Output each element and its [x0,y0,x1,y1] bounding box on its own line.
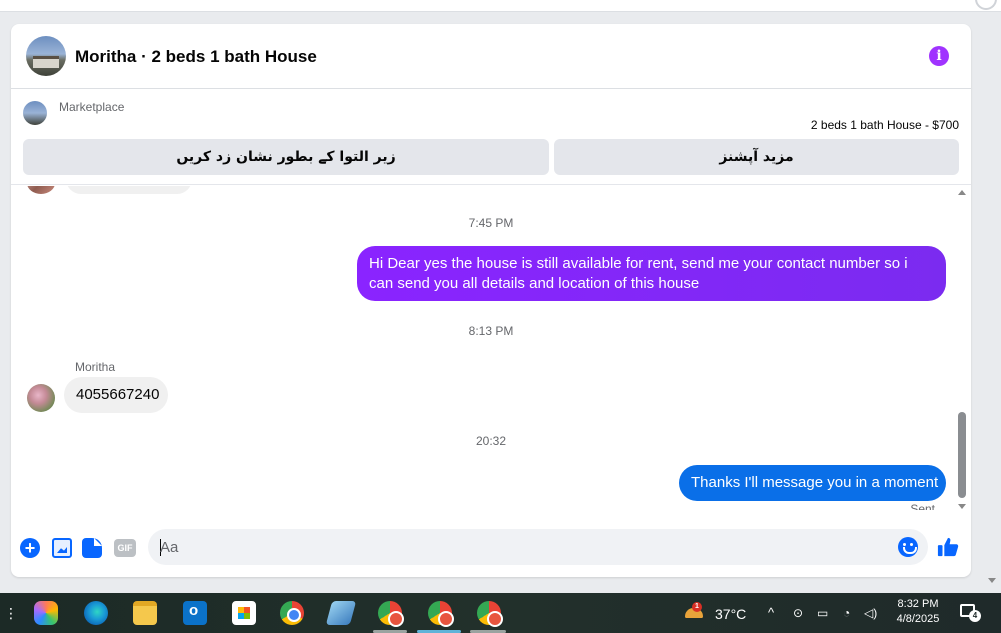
message-list: 7:45 PM Hi Dear yes the house is still a… [11,186,971,510]
network-app-icon[interactable]: ⊙ [793,606,807,620]
timestamp: 20:32 [475,434,507,448]
plus-icon[interactable]: + [20,538,40,558]
marketplace-banner: Marketplace 2 beds 1 bath House - $700 ز… [11,90,971,185]
emoji-icon[interactable] [898,537,918,557]
mark-as-pending-button[interactable]: زیر التوا کے بطور نشان زد کریں [23,139,549,175]
outgoing-message[interactable]: Thanks I'll message you in a moment [679,465,946,501]
sticker-icon[interactable] [82,538,102,558]
more-options-button[interactable]: مزید آپشنز [554,139,959,175]
scrollbar-thumb[interactable] [958,412,966,498]
outlook-icon[interactable] [183,601,207,625]
windows-taskbar: 1 37°C ^ ⊙ ▭ ◔ ◁) 8:32 PM 4/8/2025 4 [0,593,1001,633]
timestamp: 8:13 PM [468,324,514,338]
listing-price[interactable]: 2 beds 1 bath House - $700 [811,118,959,132]
clock[interactable]: 8:32 PM 4/8/2025 [893,597,943,627]
volume-icon[interactable]: ◁) [864,606,878,620]
chrome-profile-icon[interactable] [477,601,503,627]
page-scroll-down-icon[interactable] [988,578,996,583]
chat-title[interactable]: Moritha · 2 beds 1 bath House [75,47,317,67]
marketplace-avatar [23,101,47,125]
overflow-dots-icon[interactable] [4,605,8,619]
microsoft-store-icon[interactable] [232,601,256,625]
message-scrollbar[interactable] [956,186,970,510]
battery-icon[interactable]: ▭ [817,606,831,620]
weather-alert-badge: 1 [692,602,702,612]
browser-top-strip [0,0,1001,12]
chrome-icon[interactable] [280,601,304,625]
pen-app-icon[interactable] [325,601,357,625]
clock-date: 4/8/2025 [896,613,940,625]
house-thumbnail [33,56,59,68]
weather-icon[interactable]: 1 [683,602,705,622]
sender-avatar[interactable] [27,384,55,412]
chrome-profile-icon[interactable] [428,601,454,627]
top-right-control[interactable] [975,0,997,10]
marketplace-label: Marketplace [59,100,125,114]
thumbs-up-icon[interactable] [937,536,959,558]
temperature[interactable]: 37°C [715,606,746,622]
message-input-container[interactable] [148,529,928,565]
listing-avatar[interactable] [26,36,66,76]
copilot-icon[interactable] [34,601,58,625]
show-hidden-icons-chevron-icon[interactable]: ^ [768,605,774,620]
clock-time: 8:32 PM [897,598,939,610]
chat-header: Moritha · 2 beds 1 bath House i [11,24,971,89]
message-input[interactable] [160,529,890,565]
wifi-icon[interactable]: ◔ [843,606,857,620]
scroll-up-arrow-icon[interactable] [958,190,966,195]
chat-window: Moritha · 2 beds 1 bath House i Marketpl… [11,24,971,577]
timestamp: 7:45 PM [468,216,514,230]
outgoing-message[interactable]: Hi Dear yes the house is still available… [357,246,946,301]
message-composer: + GIF [11,524,971,570]
incoming-message[interactable]: 4055667240 [64,377,168,413]
notification-count: 4 [969,610,981,622]
edge-browser-icon[interactable] [84,601,108,625]
scroll-down-arrow-icon[interactable] [958,504,966,509]
file-explorer-icon[interactable] [133,601,157,625]
info-icon[interactable]: i [929,46,949,66]
message-status: Sent [910,502,935,510]
photo-icon[interactable] [52,538,72,558]
gif-icon[interactable]: GIF [114,539,136,557]
previous-message-bubble [66,186,192,194]
notification-center-icon[interactable]: 4 [960,603,981,623]
previous-sender-avatar [27,186,55,194]
sender-name: Moritha [75,360,116,374]
chrome-profile-icon[interactable] [378,601,404,627]
